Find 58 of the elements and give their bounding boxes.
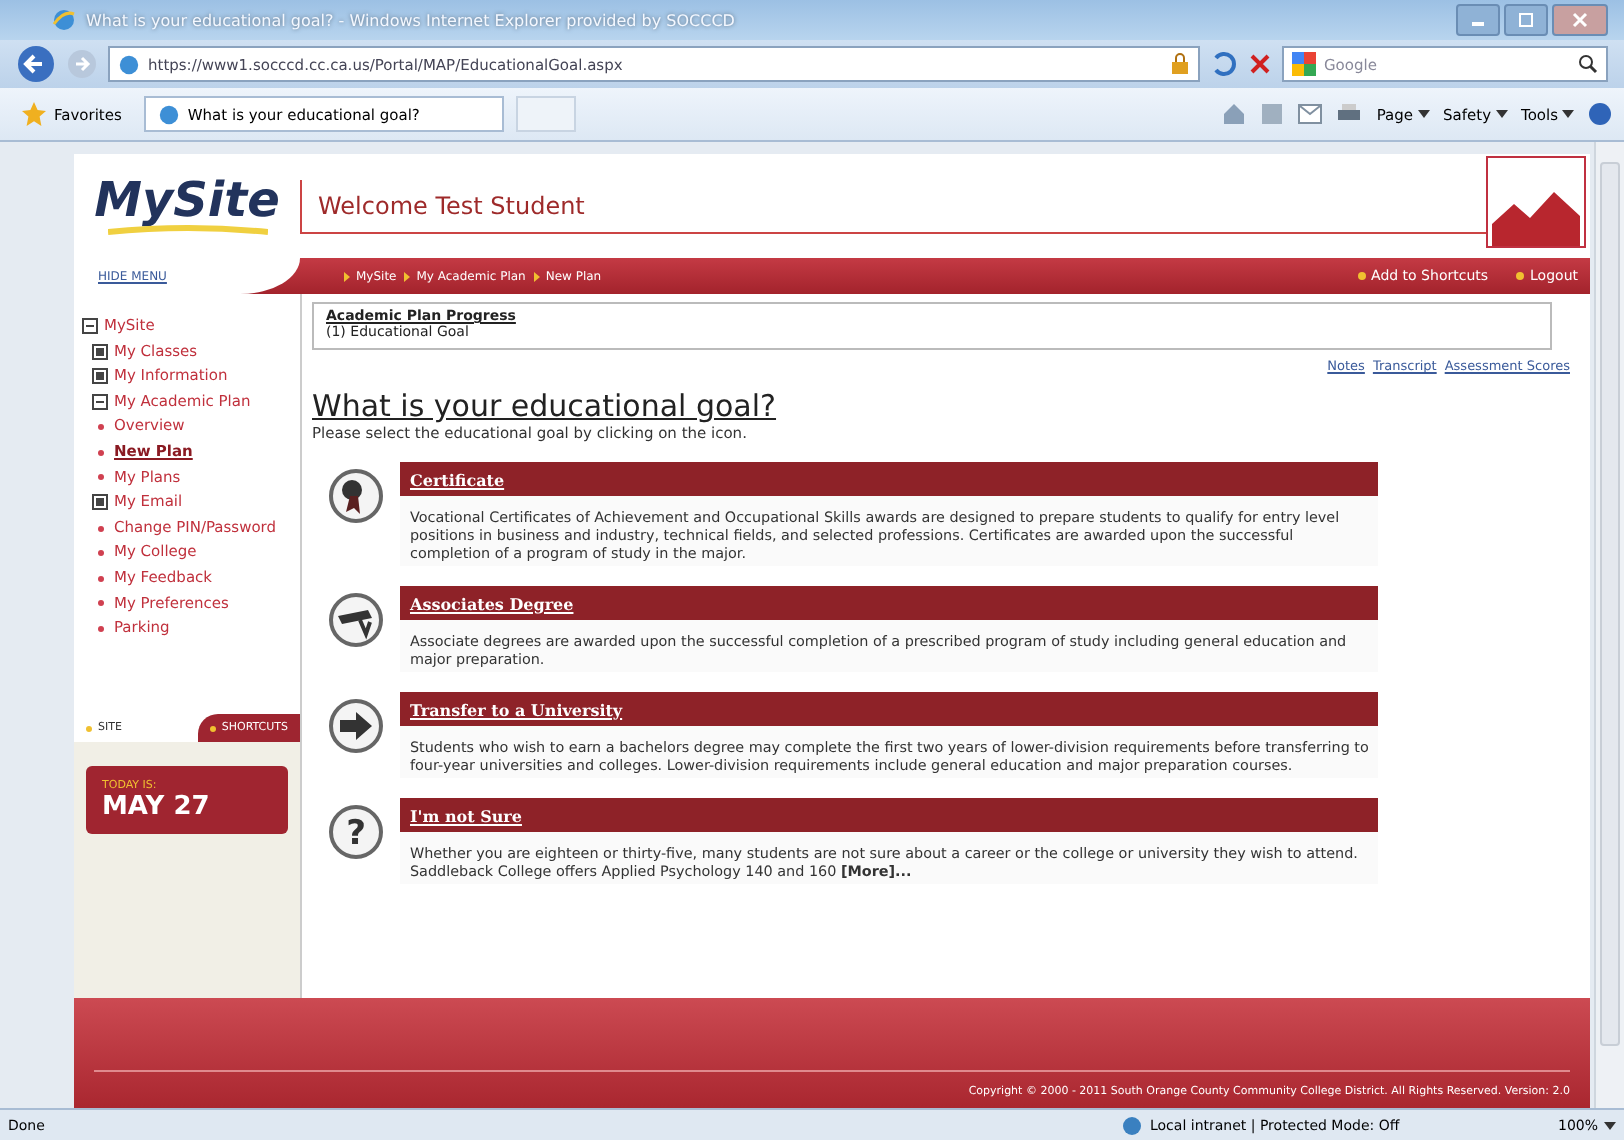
caret-icon (1604, 1121, 1616, 1129)
bullet-icon (97, 600, 103, 607)
bullet-icon (86, 725, 92, 731)
expand-toggle-icon[interactable] (92, 368, 108, 385)
chevron-icon (533, 271, 540, 281)
window-title: What is your educational goal? - Windows Internet Explorer provided by SOCCCD (86, 11, 735, 29)
maximize-button[interactable] (1504, 4, 1548, 36)
stop-icon[interactable] (1248, 52, 1272, 76)
diploma-icon[interactable] (328, 592, 384, 649)
back-icon[interactable] (16, 44, 56, 84)
expand-toggle-icon[interactable] (92, 343, 108, 360)
chevron-icon (344, 271, 350, 281)
bullet-icon (97, 575, 103, 582)
expand-toggle-icon[interactable] (92, 394, 108, 411)
goal-link[interactable]: Associates Degree (410, 593, 574, 614)
globe-icon (1120, 1115, 1144, 1135)
close-icon (1570, 12, 1590, 28)
bullet-icon (209, 725, 216, 731)
goal-link[interactable]: I'm not Sure (410, 805, 522, 826)
bullet-icon (97, 449, 103, 456)
search-provider-icon[interactable] (1292, 52, 1316, 76)
home-icon[interactable] (1222, 102, 1247, 126)
bullet-icon (97, 525, 103, 532)
search-icon[interactable] (1578, 54, 1598, 74)
mail-icon[interactable] (1298, 104, 1323, 124)
question-icon[interactable]: ? (328, 804, 384, 861)
goal-link[interactable]: Transfer to a University (410, 699, 623, 720)
bullet-icon (1357, 272, 1366, 280)
caret-icon (1562, 110, 1574, 118)
close-button[interactable] (1552, 4, 1608, 36)
goal-link[interactable]: Certificate (410, 469, 505, 490)
bullet-icon (1516, 272, 1525, 280)
help-icon[interactable] (1588, 102, 1612, 126)
bullet-icon (97, 550, 103, 557)
maximize-icon (1516, 12, 1536, 28)
scrollbar[interactable] (1594, 142, 1624, 1108)
chevron-icon (404, 271, 411, 281)
minimize-button[interactable] (1456, 4, 1500, 36)
expand-toggle-icon[interactable] (92, 494, 108, 511)
logo-swoosh-icon (107, 224, 267, 236)
welcome-title: Welcome Test Student (318, 192, 585, 220)
bullet-icon (97, 625, 103, 632)
page-heading: What is your educational goal? (312, 390, 779, 425)
browser-icon (52, 8, 76, 32)
date-value: MAY 27 (102, 791, 212, 821)
star-icon (22, 102, 46, 126)
expand-toggle-icon[interactable] (82, 318, 98, 335)
caret-icon (1495, 110, 1508, 118)
printer-icon[interactable] (1336, 102, 1363, 126)
ribbon-icon[interactable] (328, 468, 384, 525)
lock-icon[interactable] (1170, 52, 1190, 76)
page-icon (118, 53, 140, 75)
bullet-icon (97, 424, 103, 431)
caret-icon (1417, 110, 1430, 118)
page-icon (157, 103, 180, 125)
site-logo[interactable]: MySite (94, 176, 280, 224)
bullet-icon (97, 474, 103, 481)
refresh-icon[interactable] (1210, 50, 1238, 78)
